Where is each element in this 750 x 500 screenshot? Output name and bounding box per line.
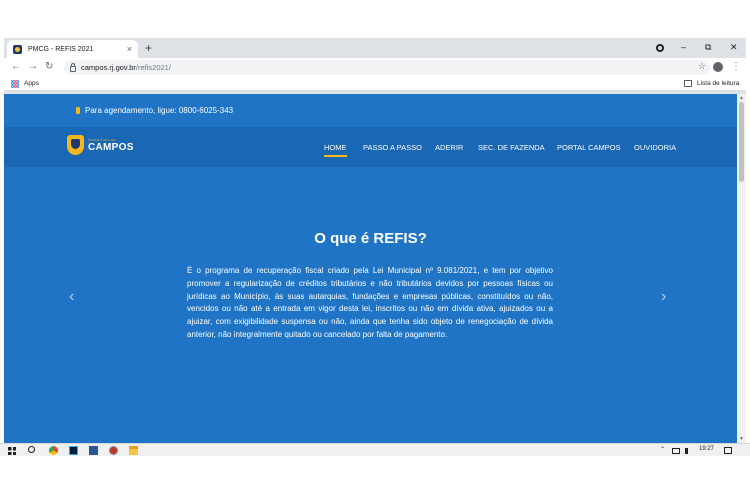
tab-close-icon[interactable]: × bbox=[127, 44, 132, 54]
tab-strip: PMCG - REFIS 2021 × + – ⧉ ✕ bbox=[4, 38, 746, 58]
reading-list-icon[interactable] bbox=[684, 80, 692, 87]
web-page: Para agendamento, ligue: 0800-6025-343 P… bbox=[4, 94, 737, 443]
logo-title: CAMPOS bbox=[88, 141, 134, 153]
reading-list-link[interactable]: Lista de leitura bbox=[697, 80, 739, 87]
slide-title: O que é REFIS? bbox=[314, 230, 427, 247]
contact-bar: Para agendamento, ligue: 0800-6025-343 bbox=[4, 94, 737, 127]
windows-taskbar: ⌃ 19:27 bbox=[0, 443, 750, 456]
nav-portal-campos[interactable]: PORTAL CAMPOS bbox=[557, 143, 621, 152]
nav-ouvidoria[interactable]: OUVIDORIA bbox=[634, 143, 676, 152]
close-window-button[interactable]: ✕ bbox=[730, 42, 738, 53]
word-icon[interactable] bbox=[89, 446, 98, 455]
url-host: campos.rj.gov.br bbox=[81, 63, 136, 72]
maximize-button[interactable]: ⧉ bbox=[705, 42, 711, 53]
site-navbar: PREFEITURA DE CAMPOS HOME PASSO A PASSO … bbox=[4, 127, 737, 167]
reload-button[interactable]: ↻ bbox=[45, 61, 53, 73]
scroll-thumb[interactable] bbox=[739, 102, 744, 182]
tray-expand-icon[interactable]: ⌃ bbox=[660, 446, 665, 453]
file-explorer-icon[interactable] bbox=[129, 446, 138, 455]
app-icon[interactable] bbox=[109, 446, 118, 455]
browser-window: PMCG - REFIS 2021 × + – ⧉ ✕ ← → ↻ campos… bbox=[4, 38, 746, 443]
browser-menu-icon[interactable]: ⋮ bbox=[731, 61, 741, 73]
notifications-icon[interactable] bbox=[724, 447, 732, 454]
nav-aderir[interactable]: ADERIR bbox=[435, 143, 463, 152]
scroll-down-icon[interactable]: ▼ bbox=[739, 436, 744, 442]
coat-of-arms-icon bbox=[67, 135, 84, 155]
chrome-icon[interactable] bbox=[49, 446, 58, 455]
url-path: /refis2021/ bbox=[135, 63, 171, 72]
browser-tab[interactable]: PMCG - REFIS 2021 × bbox=[7, 40, 138, 58]
slide-body: É o programa de recuperação fiscal criad… bbox=[187, 266, 553, 339]
carousel-prev-button[interactable]: ‹ bbox=[69, 289, 74, 305]
windows-start-icon[interactable] bbox=[8, 447, 16, 455]
minimize-button[interactable]: – bbox=[681, 42, 686, 53]
apps-bookmark[interactable]: Apps bbox=[24, 80, 39, 87]
forward-button[interactable]: → bbox=[28, 61, 38, 73]
volume-icon[interactable] bbox=[685, 448, 691, 454]
screen: PMCG - REFIS 2021 × + – ⧉ ✕ ← → ↻ campos… bbox=[0, 0, 750, 500]
carousel-next-button[interactable]: › bbox=[661, 289, 666, 305]
page-scrollbar[interactable]: ▲ ▼ bbox=[737, 94, 746, 443]
nav-home[interactable]: HOME bbox=[324, 143, 347, 157]
back-button[interactable]: ← bbox=[11, 61, 21, 73]
profile-avatar-icon[interactable] bbox=[713, 62, 723, 72]
clock-time[interactable]: 19:27 bbox=[699, 446, 714, 452]
new-tab-button[interactable]: + bbox=[145, 41, 152, 55]
favicon-icon bbox=[13, 44, 22, 54]
phone-text: Para agendamento, ligue: 0800-6025-343 bbox=[85, 106, 234, 115]
scroll-up-icon[interactable]: ▲ bbox=[739, 95, 744, 101]
lock-icon[interactable] bbox=[70, 62, 76, 72]
apps-grid-icon[interactable] bbox=[11, 80, 19, 88]
photoshop-icon[interactable] bbox=[69, 446, 78, 455]
nav-passo-a-passo[interactable]: PASSO A PASSO bbox=[363, 143, 422, 152]
logo-text: PREFEITURA DE CAMPOS bbox=[88, 138, 134, 153]
phone-icon bbox=[76, 107, 80, 114]
campos-logo[interactable]: PREFEITURA DE CAMPOS bbox=[67, 135, 134, 155]
tab-title: PMCG - REFIS 2021 bbox=[28, 45, 94, 53]
browser-toolbar: ← → ↻ campos.rj.gov.br /refis2021/ ☆ ⋮ bbox=[4, 58, 746, 77]
bookmark-star-icon[interactable]: ☆ bbox=[698, 61, 706, 72]
nav-sec-fazenda[interactable]: SEC. DE FAZENDA bbox=[478, 143, 545, 152]
search-icon[interactable] bbox=[28, 446, 35, 453]
media-control-icon[interactable] bbox=[656, 44, 664, 52]
address-bar[interactable]: campos.rj.gov.br /refis2021/ ☆ bbox=[64, 60, 710, 75]
bookmarks-bar: Apps Lista de leitura bbox=[4, 77, 746, 91]
network-icon[interactable] bbox=[672, 448, 680, 454]
